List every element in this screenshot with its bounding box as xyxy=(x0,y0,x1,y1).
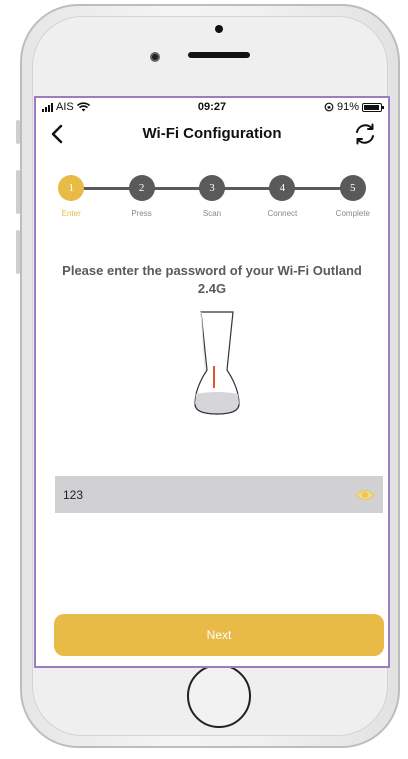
page-title: Wi-Fi Configuration xyxy=(142,125,282,142)
step-number: 5 xyxy=(339,175,366,201)
step-number: 4 xyxy=(269,175,296,201)
step-number: 1 xyxy=(58,175,85,201)
earpiece-speaker xyxy=(188,52,250,58)
volume-up-button xyxy=(16,170,20,214)
volume-down-button xyxy=(16,230,20,274)
orientation-lock-icon xyxy=(324,102,334,112)
step-label: Press xyxy=(131,209,152,218)
step-number: 2 xyxy=(128,175,155,201)
refresh-icon[interactable] xyxy=(352,121,378,147)
eye-icon[interactable] xyxy=(355,488,375,502)
step-label: Connect xyxy=(267,209,298,218)
mute-switch xyxy=(16,120,20,144)
step-number: 3 xyxy=(199,175,225,201)
front-camera xyxy=(150,52,160,62)
step-complete: 5 Complete xyxy=(325,174,381,218)
step-enter: 1 Enter xyxy=(43,174,99,218)
step-label: Complete xyxy=(335,209,370,218)
step-label: Scan xyxy=(202,209,222,218)
nav-bar: Wi-Fi Configuration xyxy=(36,116,388,152)
step-connect: 4 Connect xyxy=(254,174,310,218)
step-scan: 3 Scan xyxy=(184,174,240,218)
proximity-sensor xyxy=(215,25,223,33)
battery-percent: 91% xyxy=(336,101,359,113)
step-label: Enter xyxy=(61,209,81,218)
password-input[interactable] xyxy=(63,487,355,502)
home-button[interactable] xyxy=(187,664,251,728)
battery-icon xyxy=(362,102,384,112)
progress-stepper: 1 Enter 2 Press 3 Scan 4 Connect 5 Compl… xyxy=(36,174,388,224)
router-device-image xyxy=(194,311,240,415)
password-field[interactable] xyxy=(55,476,383,513)
step-press: 2 Press xyxy=(114,174,170,218)
status-right: 91% xyxy=(324,101,384,113)
battery-level xyxy=(364,104,379,110)
status-bar: AIS 09:27 91% xyxy=(36,98,388,116)
next-button[interactable]: Next xyxy=(54,614,384,656)
password-prompt: Please enter the password of your Wi-Fi … xyxy=(62,263,362,296)
app-screen: AIS 09:27 91% Wi-Fi Configuration 1 Ente… xyxy=(34,96,390,668)
